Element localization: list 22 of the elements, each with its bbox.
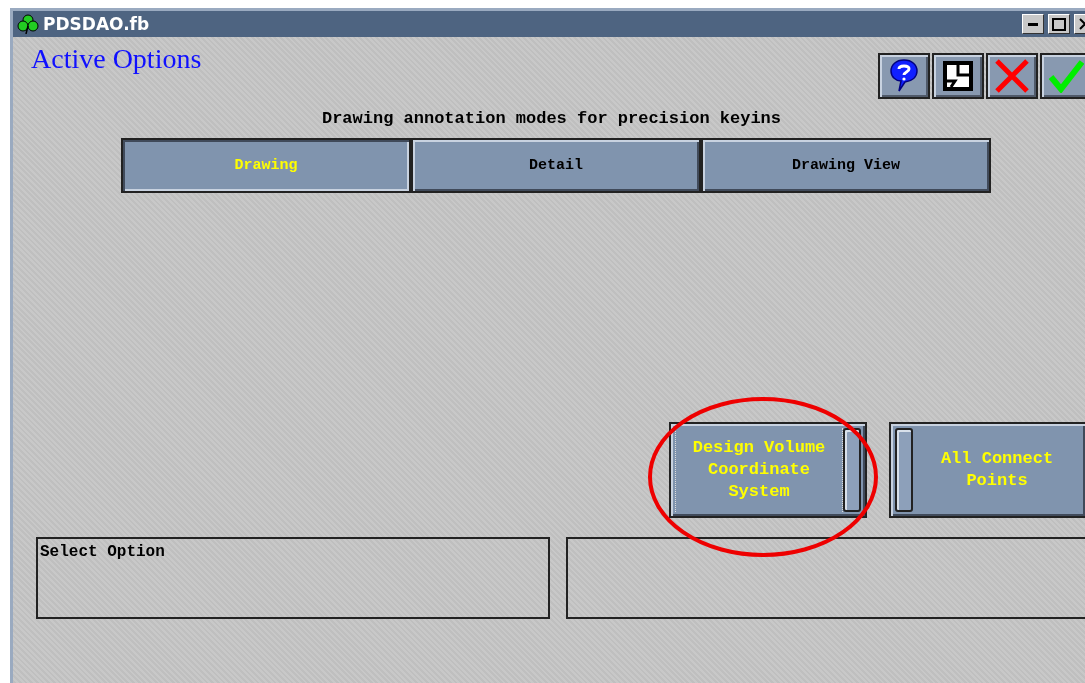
minimize-button[interactable] [1022,14,1044,34]
close-icon [994,58,1030,94]
form-title: Active Options [31,43,202,75]
help-icon [889,58,919,94]
help-button[interactable] [878,53,930,99]
minimize-icon [1028,22,1038,26]
toggle-button[interactable]: Design Volume Coordinate System [669,422,867,518]
grid-icon [941,59,975,93]
maximize-button[interactable] [1048,14,1070,34]
clover-icon [17,14,39,34]
message-field: Select Option [36,537,550,619]
layout-button[interactable] [932,53,984,99]
cancel-button[interactable] [986,53,1038,99]
maximize-icon [1052,17,1066,31]
window-title: PDSDAO.fb [43,14,151,34]
mode-tab[interactable]: Drawing View [701,138,991,193]
accept-button[interactable] [1040,53,1085,99]
toggle-button[interactable]: All Connect Points [889,422,1085,518]
section-heading: Drawing annotation modes for precision keyins [321,109,782,128]
mode-tab[interactable]: Detail [411,138,701,193]
check-icon [1048,59,1084,93]
mode-tab[interactable]: Drawing [121,138,411,193]
